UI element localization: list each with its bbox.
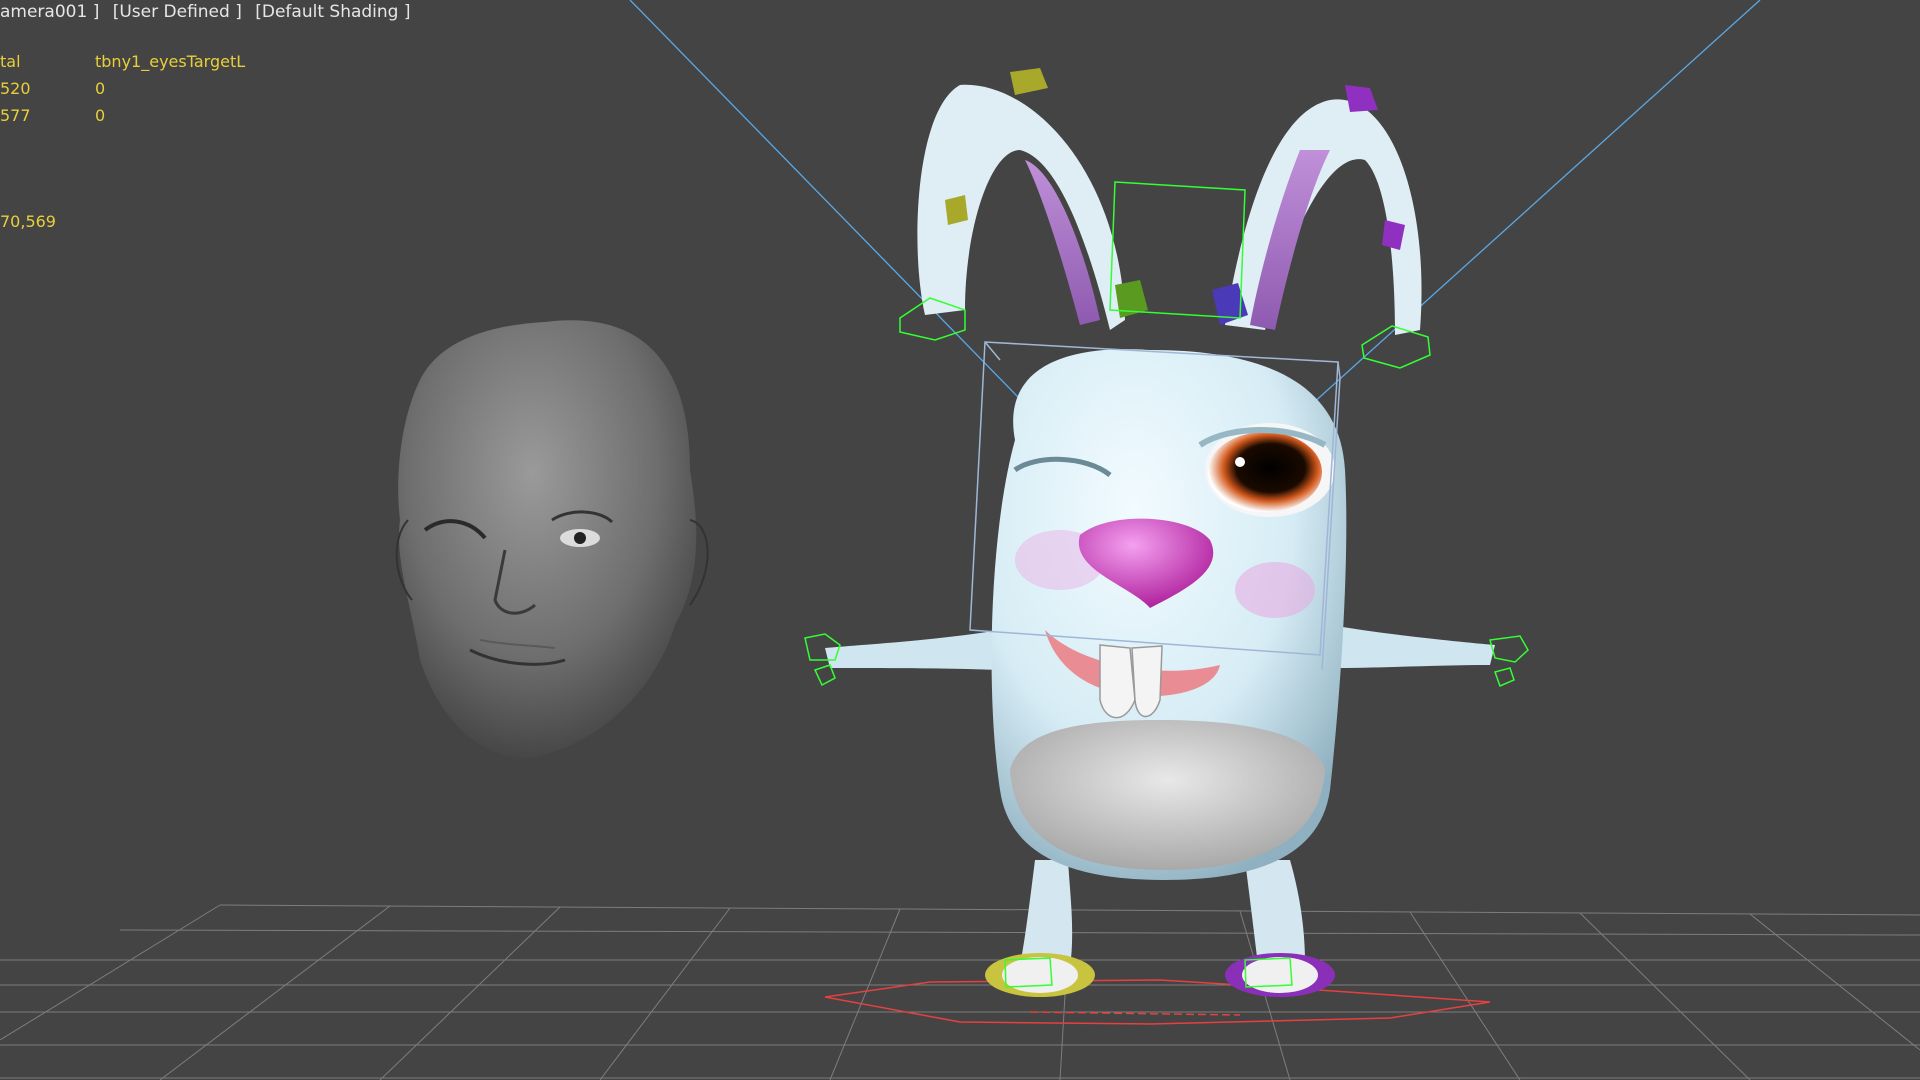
grid-floor	[0, 904, 1920, 1080]
shading-label[interactable]: [Default Shading ]	[255, 2, 410, 22]
stats-total-header: tal	[0, 52, 21, 71]
stats-total-value: 520	[0, 79, 31, 98]
stats-selection-value: 0	[95, 106, 106, 125]
root-control[interactable]	[824, 979, 1491, 1025]
stats-fps-readout: 70,569	[0, 212, 56, 231]
stats-total-value: 577	[0, 106, 31, 125]
human-head-mesh[interactable]	[395, 320, 709, 759]
stats-selection-value: 0	[95, 79, 106, 98]
viewport-label[interactable]: amera001 ] [User Defined ] [Default Shad…	[0, 2, 419, 22]
stats-selection-header: tbny1_eyesTargetL	[95, 52, 246, 71]
viewport-perspective[interactable]: amera001 ] [User Defined ] [Default Shad…	[0, 0, 1920, 1080]
bunny-character-rig[interactable]	[804, 68, 1529, 1025]
view-mode-label[interactable]: [User Defined ]	[113, 2, 242, 22]
camera-label[interactable]: amera001 ]	[0, 2, 99, 22]
viewport-scene[interactable]	[0, 0, 1920, 1080]
